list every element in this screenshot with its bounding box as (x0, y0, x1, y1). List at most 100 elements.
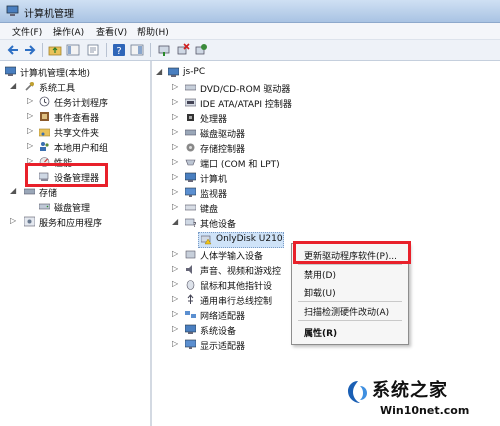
display-adapter-icon (185, 339, 196, 349)
network-adapter-icon (185, 311, 196, 318)
collapsed-arrow-icon[interactable]: ▷ (172, 127, 178, 136)
collapsed-arrow-icon[interactable]: ▷ (10, 216, 16, 225)
expanded-arrow-icon[interactable]: ◢ (156, 67, 162, 76)
forward-arrow-icon[interactable] (23, 43, 37, 57)
uninstall-device-icon[interactable] (176, 43, 190, 57)
warning-device-icon (201, 235, 212, 245)
collapsed-arrow-icon[interactable]: ▷ (27, 111, 33, 120)
system-devices-icon (185, 324, 196, 334)
collapsed-arrow-icon[interactable]: ▷ (172, 324, 178, 333)
show-hide-action-pane-icon[interactable] (130, 43, 144, 57)
collapsed-arrow-icon[interactable]: ▷ (172, 112, 178, 121)
device-root-label: js-PC (183, 67, 206, 77)
collapsed-arrow-icon[interactable]: ▷ (172, 142, 178, 151)
category-label: 系统设备 (200, 327, 237, 337)
category-label: 磁盘驱动器 (200, 130, 246, 140)
collapsed-arrow-icon[interactable]: ▷ (172, 157, 178, 166)
ide-controller-icon (185, 98, 196, 107)
update-driver-highlight (293, 241, 411, 264)
menu-item-scan[interactable]: 扫描检测硬件改动(A) (304, 305, 389, 318)
collapsed-arrow-icon[interactable]: ▷ (172, 339, 178, 348)
tree-item-label: 事件查看器 (54, 114, 100, 124)
collapsed-arrow-icon[interactable]: ▷ (172, 172, 178, 181)
toolbar: ? (0, 40, 500, 61)
expanded-arrow-icon[interactable]: ◢ (10, 81, 16, 90)
category-label: 键盘 (200, 205, 219, 215)
title-bar: 计算机管理 (0, 0, 500, 23)
port-icon (185, 159, 196, 166)
services-icon (24, 216, 35, 227)
category-label: 计算机 (200, 175, 228, 185)
device-onlydisk[interactable]: OnlyDisk U210 (198, 232, 284, 248)
collapsed-arrow-icon[interactable]: ▷ (172, 202, 178, 211)
usb-icon (187, 294, 194, 304)
category-label: 通用串行总线控制 (200, 297, 273, 307)
svg-text:?: ? (193, 221, 196, 228)
collapsed-arrow-icon[interactable]: ▷ (27, 141, 33, 150)
shared-folder-icon (39, 128, 50, 137)
monitor-icon (185, 187, 196, 197)
properties-icon[interactable] (86, 43, 100, 57)
processor-icon (187, 114, 194, 121)
category-label: DVD/CD-ROM 驱动器 (200, 85, 291, 95)
menu-file[interactable]: 文件(F) (12, 25, 42, 38)
event-viewer-icon (40, 112, 49, 121)
disk-icon (39, 203, 50, 210)
menu-divider (298, 320, 402, 321)
collapsed-arrow-icon[interactable]: ▷ (27, 96, 33, 105)
storage-icon (24, 188, 35, 195)
storage-controller-icon (186, 143, 195, 152)
collapsed-arrow-icon[interactable]: ▷ (172, 279, 178, 288)
tree-root-label: 计算机管理(本地) (20, 69, 91, 79)
computer-icon (168, 67, 179, 77)
back-arrow-icon[interactable] (6, 43, 20, 57)
collapsed-arrow-icon[interactable]: ▷ (172, 249, 178, 258)
menu-action[interactable]: 操作(A) (53, 25, 84, 38)
disk-drive-icon (185, 129, 196, 136)
other-devices-icon: ? (185, 218, 196, 228)
tree-item-label: 任务计划程序 (54, 99, 109, 109)
clock-icon (39, 96, 50, 107)
users-icon (40, 142, 49, 151)
menu-divider (298, 301, 402, 302)
menu-view[interactable]: 查看(V) (96, 25, 127, 38)
collapsed-arrow-icon[interactable]: ▷ (27, 126, 33, 135)
scan-hardware-icon[interactable] (157, 43, 171, 57)
menu-item-properties[interactable]: 属性(R) (304, 326, 337, 339)
device-manager-highlight (25, 163, 108, 187)
tools-icon (25, 82, 34, 91)
collapsed-arrow-icon[interactable]: ▷ (172, 97, 178, 106)
menu-divider (298, 264, 402, 265)
menu-item-disable[interactable]: 禁用(D) (304, 268, 336, 281)
category-label: 监视器 (200, 190, 228, 200)
category-label: 处理器 (200, 115, 228, 125)
up-folder-icon[interactable] (48, 43, 62, 57)
category-label: 端口 (COM 和 LPT) (200, 160, 280, 170)
collapsed-arrow-icon[interactable]: ▷ (172, 82, 178, 91)
menu-item-uninstall[interactable]: 卸载(U) (304, 286, 336, 299)
watermark-brand: 系统之家 (372, 380, 448, 401)
expanded-arrow-icon[interactable]: ◢ (10, 186, 16, 195)
computer-icon (185, 172, 196, 182)
tree-item-label: 磁盘管理 (54, 204, 91, 214)
collapsed-arrow-icon[interactable]: ▷ (172, 187, 178, 196)
collapsed-arrow-icon[interactable]: ▷ (172, 309, 178, 318)
device-label: OnlyDisk U210 (216, 234, 283, 244)
keyboard-icon (185, 204, 196, 211)
category-label: 声音、视频和游戏控 (200, 267, 282, 277)
menu-help[interactable]: 帮助(H) (137, 25, 169, 38)
category-label: 其他设备 (200, 220, 237, 230)
collapsed-arrow-icon[interactable]: ▷ (172, 294, 178, 303)
collapsed-arrow-icon[interactable]: ▷ (172, 264, 178, 273)
tree-item-label: 系统工具 (39, 84, 76, 94)
help-icon[interactable]: ? (112, 43, 126, 57)
dvd-drive-icon (185, 84, 196, 91)
enable-device-icon[interactable] (194, 43, 208, 57)
console-tree-icon[interactable] (66, 43, 80, 57)
category-label: 鼠标和其他指针设 (200, 282, 273, 292)
expanded-arrow-icon[interactable]: ◢ (172, 217, 178, 226)
mouse-icon (186, 280, 195, 290)
watermark: 系统之家 Win10net.com (344, 376, 494, 422)
hid-icon (185, 250, 196, 259)
category-label: 人体学输入设备 (200, 252, 264, 262)
